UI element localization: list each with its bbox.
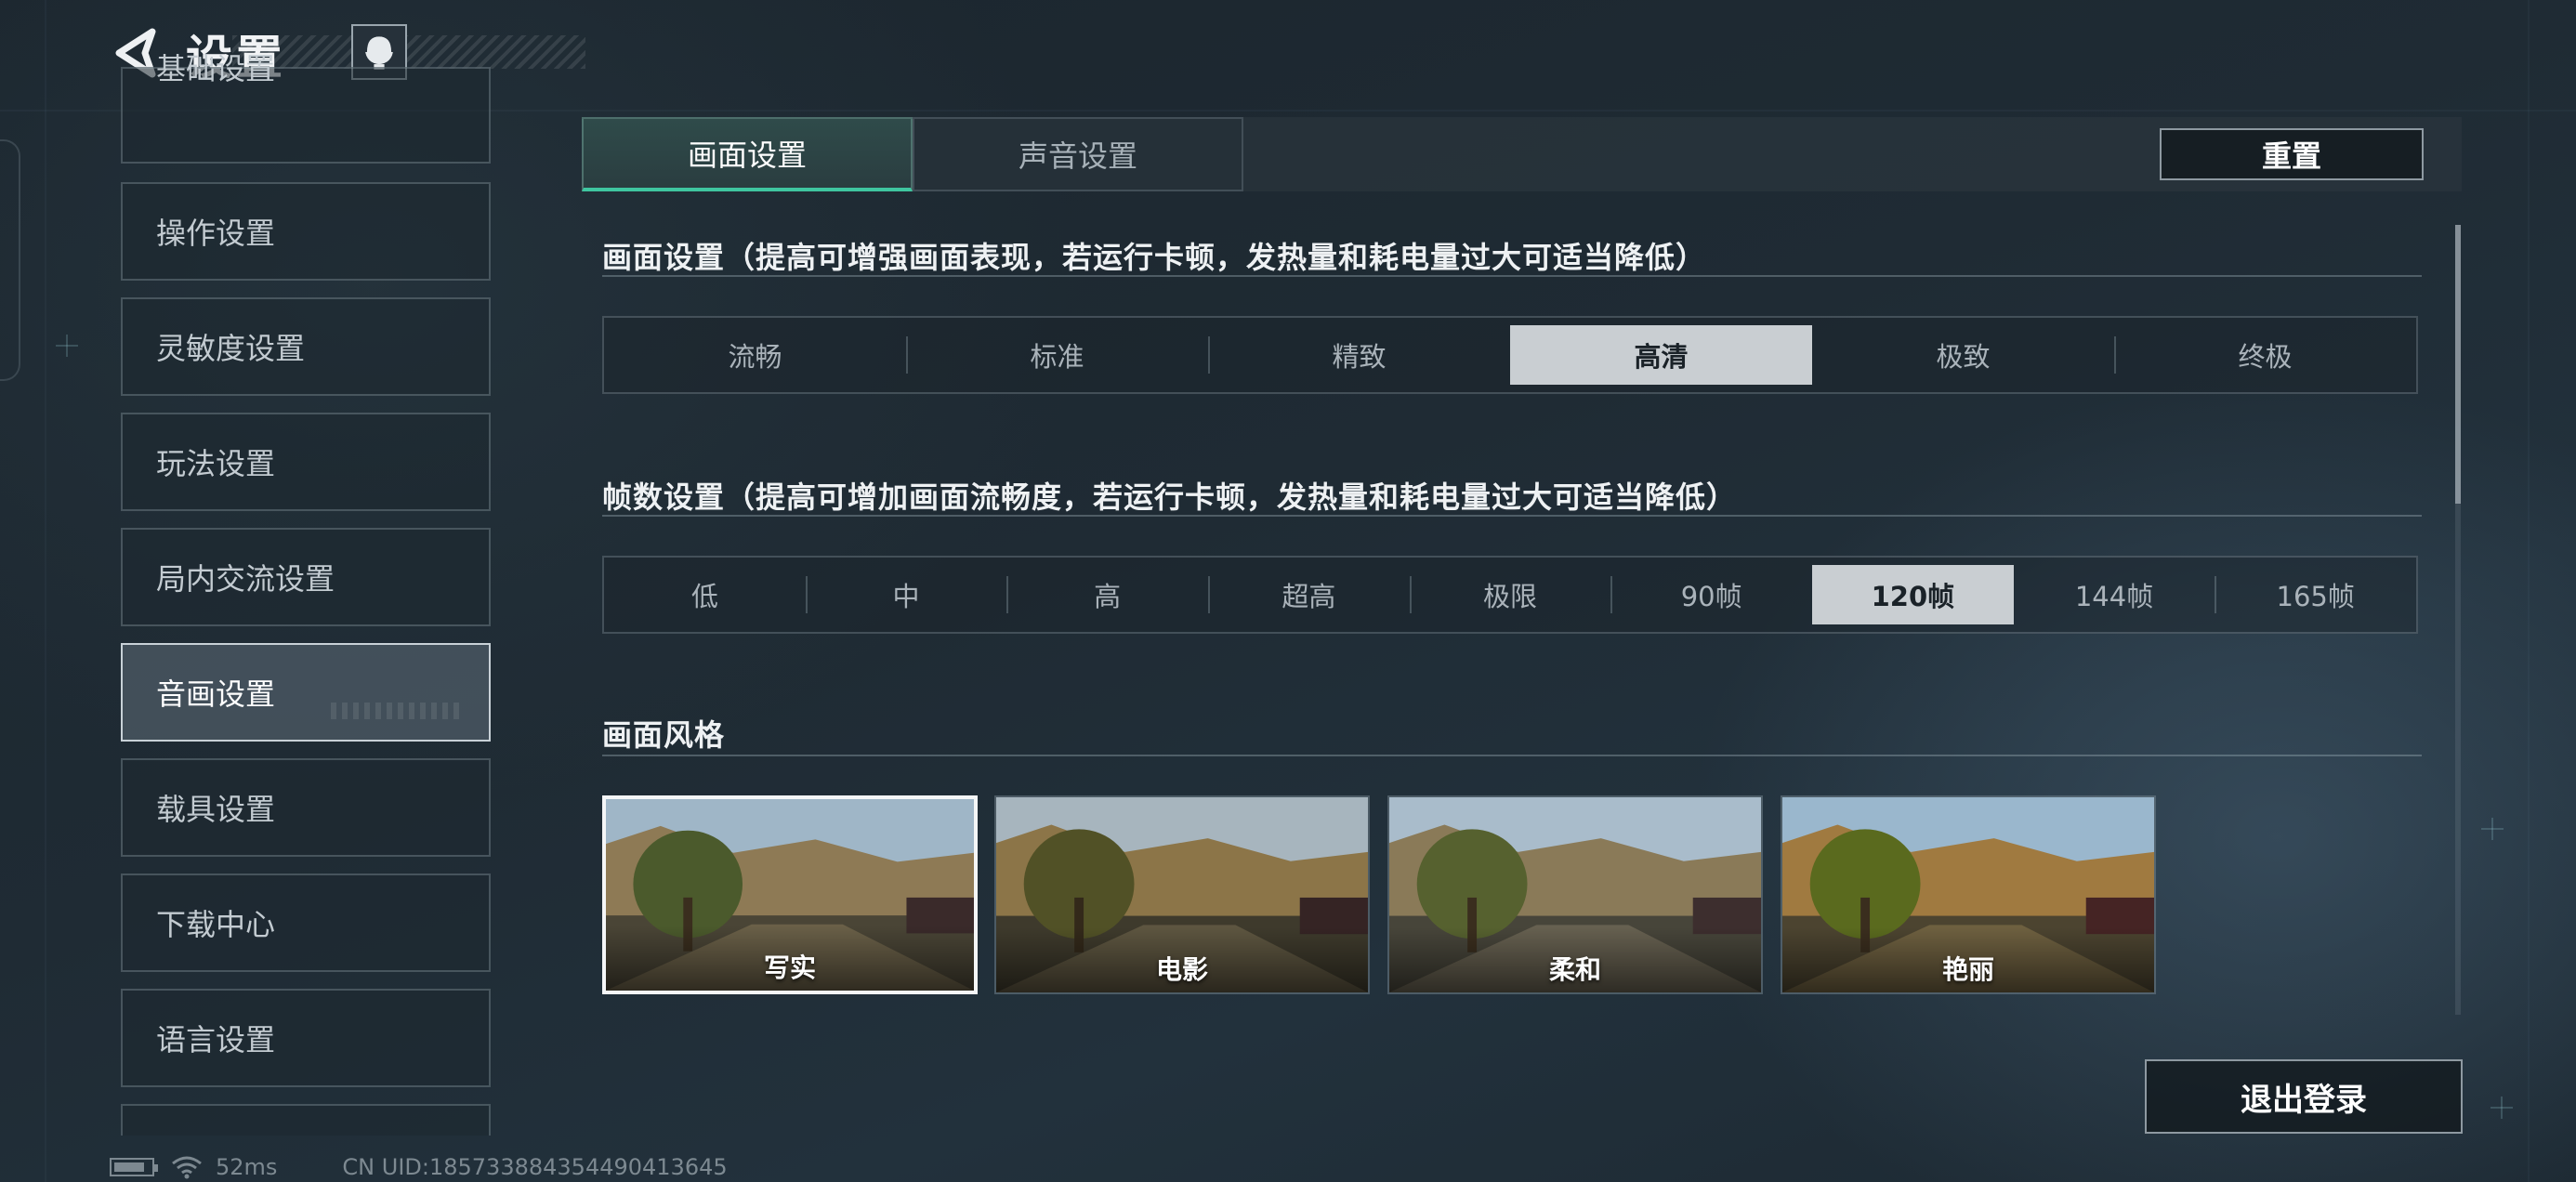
quality-option[interactable]: 标准	[906, 318, 1208, 392]
bg-crosshair	[2481, 818, 2504, 840]
sidebar-item-label: 操作设置	[156, 216, 276, 251]
bg-crosshair	[56, 335, 78, 357]
framerate-option[interactable]: 极限	[1409, 558, 1611, 632]
sidebar-item-label: 音画设置	[156, 676, 276, 712]
style-option-label: 电影	[1155, 954, 1208, 985]
sidebar-item-download[interactable]: 下载中心	[121, 873, 491, 972]
section-divider	[602, 515, 2422, 517]
style-option-label: 艳丽	[1941, 954, 1994, 985]
sidebar-item-label: 下载中心	[156, 907, 276, 942]
quality-option[interactable]: 精致	[1208, 318, 1510, 392]
sidebar-item-communication[interactable]: 局内交流设置	[121, 528, 491, 626]
sidebar-item-label: 玩法设置	[156, 446, 276, 481]
tab-sound[interactable]: 声音设置	[913, 117, 1243, 191]
sidebar-item-audio-video[interactable]: 音画设置	[121, 643, 491, 742]
battery-icon	[110, 1158, 158, 1176]
style-option-label: 写实	[763, 952, 816, 983]
sidebar-item-label: 语言设置	[156, 1022, 276, 1057]
status-bar: 52ms CN UID:18573388435449041364​5	[110, 1154, 728, 1180]
sidebar-item-controls[interactable]: 操作设置	[121, 182, 491, 281]
scrollbar-thumb[interactable]	[2455, 225, 2461, 504]
ping-readout: 52ms	[216, 1154, 278, 1180]
style-option-label: 柔和	[1548, 954, 1601, 985]
sidebar-item-language[interactable]: 语言设置	[121, 989, 491, 1087]
sidebar-item-gameplay[interactable]: 玩法设置	[121, 413, 491, 511]
sidebar-item-vehicle[interactable]: 载具设置	[121, 758, 491, 857]
framerate-option[interactable]: 90帧	[1610, 558, 1812, 632]
sidebar-item-sensitivity[interactable]: 灵敏度设置	[121, 297, 491, 396]
framerate-section-title: 帧数设置（提高可增加画面流畅度，若运行卡顿，发热量和耗电量过大可适当降低）	[602, 479, 1738, 515]
framerate-option[interactable]: 低	[604, 558, 806, 632]
framerate-option[interactable]: 中	[805, 558, 1007, 632]
bg-grid-line	[45, 0, 46, 1182]
quality-selector: 流畅 标准 精致 高清 极致 终极	[602, 316, 2418, 394]
wifi-icon	[172, 1156, 202, 1179]
sidebar-item-label: 局内交流设置	[156, 561, 335, 597]
style-option-realistic[interactable]: 写实	[602, 795, 978, 994]
framerate-option[interactable]: 超高	[1208, 558, 1410, 632]
active-item-decoration	[331, 703, 461, 719]
section-divider	[602, 275, 2422, 277]
sidebar-item-basic[interactable]: 基础设置	[121, 51, 491, 164]
framerate-option[interactable]: 144帧	[2014, 558, 2215, 632]
style-option-vivid[interactable]: 艳丽	[1781, 795, 2156, 994]
user-uid: CN UID:18573388435449041364​5	[342, 1154, 728, 1180]
quality-option[interactable]: 终极	[2114, 318, 2416, 392]
reset-button[interactable]: 重置	[2160, 128, 2424, 180]
quality-option[interactable]: 极致	[1812, 318, 2114, 392]
quality-option[interactable]: 流畅	[604, 318, 906, 392]
section-divider	[602, 755, 2422, 756]
framerate-selector: 低 中 高 超高 极限 90帧 120帧 144帧 165帧	[602, 556, 2418, 634]
sidebar-item-partial[interactable]	[121, 1104, 491, 1136]
sidebar-item-label: 灵敏度设置	[156, 331, 306, 366]
style-section-title: 画面风格	[602, 717, 726, 753]
logout-button[interactable]: 退出登录	[2145, 1059, 2463, 1134]
framerate-option[interactable]: 高	[1006, 558, 1208, 632]
style-option-cinematic[interactable]: 电影	[994, 795, 1370, 994]
bg-crosshair	[2491, 1097, 2513, 1119]
sidebar-item-label: 基础设置	[156, 51, 276, 86]
framerate-option-selected[interactable]: 120帧	[1812, 565, 2014, 624]
bg-grid-line	[2528, 0, 2530, 1182]
content-scrollbar[interactable]	[2455, 225, 2461, 1015]
style-option-soft[interactable]: 柔和	[1387, 795, 1763, 994]
framerate-option[interactable]: 165帧	[2215, 558, 2416, 632]
quality-option-selected[interactable]: 高清	[1510, 325, 1812, 385]
edge-handle[interactable]	[0, 139, 20, 381]
settings-sidebar: 基础设置 操作设置 灵敏度设置 玩法设置 局内交流设置 音画设置 载具设置 下载…	[121, 0, 491, 1136]
sidebar-item-label: 载具设置	[156, 792, 276, 827]
quality-section-title: 画面设置（提高可增强画面表现，若运行卡顿，发热量和耗电量过大可适当降低）	[602, 240, 1707, 275]
tab-graphics[interactable]: 画面设置	[582, 117, 913, 191]
